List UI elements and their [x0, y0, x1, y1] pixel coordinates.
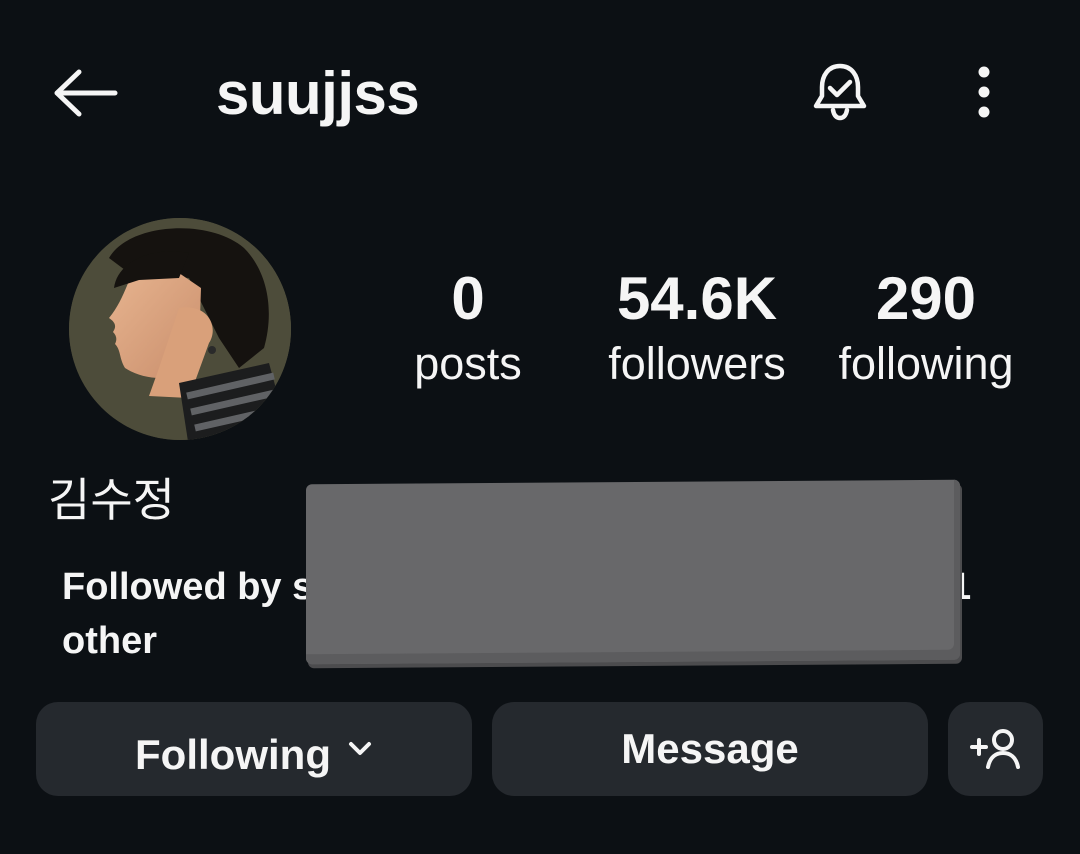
avatar-photo: [69, 218, 291, 440]
following-stat[interactable]: 290 following: [816, 262, 1036, 390]
message-button-label: Message: [621, 725, 799, 772]
followers-stat[interactable]: 54.6K followers: [588, 262, 806, 390]
posts-stat[interactable]: 0 posts: [398, 262, 538, 390]
redaction-box: [306, 479, 960, 665]
following-label: following: [838, 338, 1014, 389]
add-person-icon: [969, 729, 1020, 769]
more-options-button[interactable]: [954, 56, 1014, 128]
following-button-label: Following: [135, 731, 331, 778]
notifications-button[interactable]: [804, 56, 876, 128]
profile-username: suujjss: [216, 60, 420, 127]
posts-count: 0: [451, 265, 485, 332]
arrow-left-icon: [54, 69, 118, 117]
suggested-accounts-button[interactable]: [948, 702, 1043, 796]
followers-count: 54.6K: [616, 265, 778, 332]
profile-full-name: 김수정: [48, 473, 175, 527]
posts-label: posts: [414, 338, 522, 389]
bell-check-icon: [813, 63, 867, 121]
profile-avatar[interactable]: [69, 218, 291, 440]
following-button[interactable]: Following: [36, 702, 472, 796]
message-button[interactable]: Message: [492, 702, 928, 796]
following-count: 290: [875, 265, 977, 332]
chevron-down-icon: [347, 740, 373, 758]
more-vertical-icon: [978, 66, 990, 118]
back-button[interactable]: [44, 58, 124, 128]
followers-label: followers: [608, 338, 786, 389]
